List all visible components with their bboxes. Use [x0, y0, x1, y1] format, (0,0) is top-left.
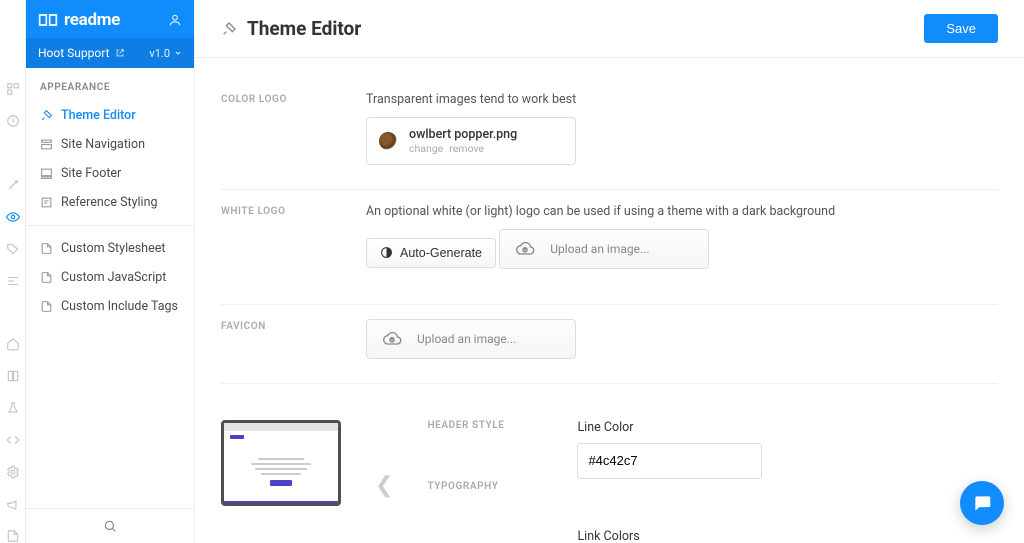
rail-icon-doc[interactable]: [6, 529, 20, 543]
sidebar-footer: [26, 508, 194, 543]
rail-icon-eye[interactable]: [6, 210, 20, 224]
header-style-label: HEADER STYLE: [427, 420, 537, 431]
file-icon: [40, 271, 53, 284]
color-input[interactable]: [577, 443, 762, 479]
rail-icon-clock[interactable]: [6, 114, 20, 128]
upload-placeholder-box[interactable]: Upload an image...: [366, 319, 576, 359]
sidebar-item-label: Theme Editor: [61, 108, 136, 123]
project-name-label: Hoot Support: [38, 46, 110, 60]
chat-fab[interactable]: [960, 481, 1004, 525]
upload-file-box[interactable]: owlbert popper.png change remove: [366, 117, 576, 165]
chat-icon: [972, 493, 992, 513]
sidebar-section-title: APPEARANCE: [26, 68, 194, 101]
field-hint: An optional white (or light) logo can be…: [366, 204, 998, 219]
sidebar-item-site-navigation[interactable]: Site Navigation: [26, 130, 194, 159]
reference-icon: [40, 196, 53, 209]
paintbrush-icon: [40, 109, 53, 122]
paintbrush-icon: [221, 21, 237, 37]
chevron-down-icon: [174, 49, 182, 57]
file-icon: [40, 242, 53, 255]
sidebar-body: APPEARANCE Theme Editor Site Navigation …: [26, 68, 194, 508]
color-value-input[interactable]: [578, 453, 762, 468]
rail-icon-tag[interactable]: [6, 242, 20, 256]
external-link-icon: [115, 48, 125, 58]
rail-icon-config[interactable]: [6, 274, 20, 288]
footer-icon: [40, 167, 53, 180]
sidebar-item-custom-javascript[interactable]: Custom JavaScript: [26, 263, 194, 292]
cloud-upload-icon: [379, 329, 405, 349]
file-icon: [40, 300, 53, 313]
rail-icon-book[interactable]: [6, 369, 20, 383]
rail-icon-megaphone[interactable]: [6, 497, 20, 511]
preview-prev-arrow[interactable]: ❮: [365, 473, 403, 498]
preview-row: ❮ HEADER STYLE TYPOGRAPHY Line Color: [221, 384, 998, 543]
sidebar-item-site-footer[interactable]: Site Footer: [26, 159, 194, 188]
save-button[interactable]: Save: [924, 14, 998, 43]
sidebar-item-label: Reference Styling: [61, 195, 158, 210]
sidebar-item-label: Custom JavaScript: [61, 270, 166, 285]
sidebar-item-custom-include-tags[interactable]: Custom Include Tags: [26, 292, 194, 321]
sidebar-item-theme-editor[interactable]: Theme Editor: [26, 101, 194, 130]
contrast-icon: [380, 246, 393, 259]
sidebar-item-label: Site Navigation: [61, 137, 145, 152]
rail-icon-dashboard[interactable]: [6, 82, 20, 96]
topbar: Theme Editor Save: [195, 0, 1024, 58]
book-icon: [38, 13, 58, 27]
search-icon[interactable]: [103, 519, 117, 533]
brand-name: readme: [64, 10, 120, 30]
auto-generate-button[interactable]: Auto-Generate: [366, 238, 496, 268]
theme-preview-card: [221, 420, 341, 506]
field-favicon: FAVICON Upload an image...: [221, 305, 998, 384]
rail-icon-flask[interactable]: [6, 401, 20, 415]
nav-icon: [40, 138, 53, 151]
auto-generate-label: Auto-Generate: [400, 246, 482, 260]
field-hint: Transparent images tend to work best: [366, 92, 998, 107]
version-label: v1.0: [149, 47, 170, 60]
field-white-logo: WHITE LOGO An optional white (or light) …: [221, 190, 998, 305]
rail-icon-wand[interactable]: [6, 178, 20, 192]
sidebar-header: readme Hoot Support v1.0: [26, 0, 194, 68]
page-title: Theme Editor: [247, 17, 361, 40]
file-change-action[interactable]: change: [409, 142, 443, 155]
project-selector[interactable]: Hoot Support v1.0: [26, 38, 194, 68]
field-color-logo: COLOR LOGO Transparent images tend to wo…: [221, 78, 998, 190]
content: COLOR LOGO Transparent images tend to wo…: [195, 58, 1024, 543]
upload-placeholder-text: Upload an image...: [550, 242, 649, 256]
brand-logo[interactable]: readme: [38, 10, 120, 30]
sidebar-item-custom-stylesheet[interactable]: Custom Stylesheet: [26, 234, 194, 263]
divider: [26, 225, 194, 226]
sidebar-item-label: Site Footer: [61, 166, 121, 181]
user-icon[interactable]: [168, 13, 182, 27]
main: Theme Editor Save COLOR LOGO Transparent…: [195, 0, 1024, 543]
sidebar-item-label: Custom Include Tags: [61, 299, 178, 314]
sidebar-item-reference-styling[interactable]: Reference Styling: [26, 188, 194, 217]
sidebar: readme Hoot Support v1.0 APPEARANCE Them…: [26, 0, 195, 543]
rail-icon-home[interactable]: [6, 337, 20, 351]
cloud-upload-icon: [512, 239, 538, 259]
link-colors-label: Link Colors: [577, 529, 762, 543]
file-remove-action[interactable]: remove: [449, 142, 484, 155]
rail-icon-gear[interactable]: [6, 465, 20, 479]
upload-placeholder-box[interactable]: Upload an image...: [499, 229, 709, 269]
upload-placeholder-text: Upload an image...: [417, 332, 516, 346]
line-color-label: Line Color: [577, 420, 762, 435]
typography-label: TYPOGRAPHY: [427, 481, 537, 492]
sidebar-item-label: Custom Stylesheet: [61, 241, 165, 256]
file-thumbnail-icon: [379, 132, 397, 150]
field-label: FAVICON: [221, 319, 366, 332]
file-name: owlbert popper.png: [409, 127, 517, 142]
rail-icon-code[interactable]: [6, 433, 20, 447]
field-label: COLOR LOGO: [221, 92, 366, 105]
icon-rail: [0, 0, 26, 543]
field-label: WHITE LOGO: [221, 204, 366, 217]
